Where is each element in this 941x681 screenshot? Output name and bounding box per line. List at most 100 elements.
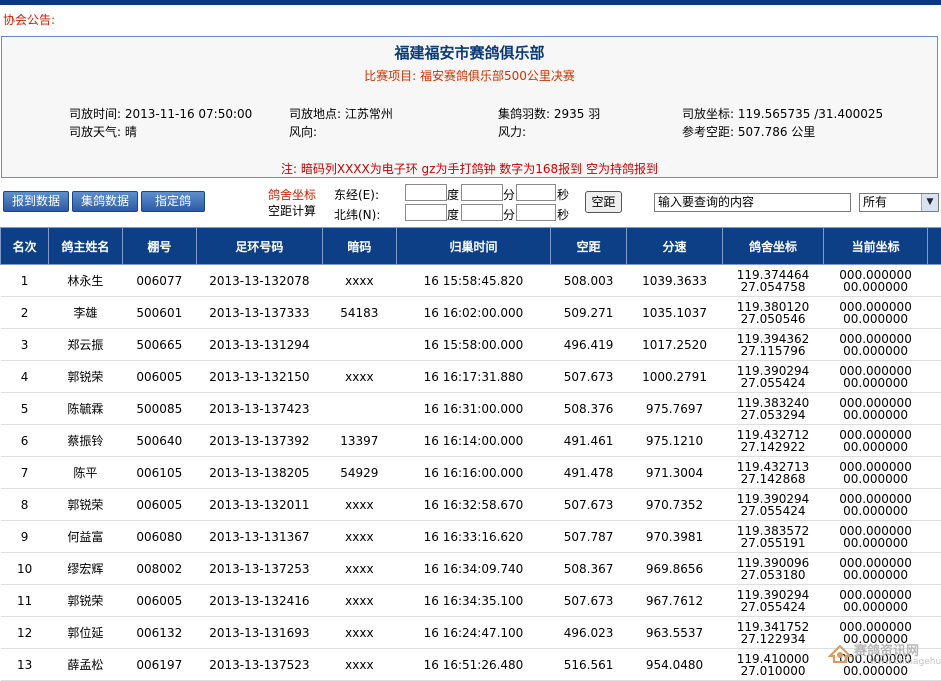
col-header-code[interactable]: 暗码	[322, 228, 396, 265]
col-header-distance[interactable]: 空距	[550, 228, 626, 265]
weather: 司放天气: 晴	[69, 123, 137, 140]
chevron-down-icon[interactable]: ▼	[921, 194, 938, 211]
north-minute-input[interactable]	[461, 204, 503, 221]
cell-time: 16 16:51:26.480	[397, 649, 551, 681]
table-row[interactable]: 5陈毓霖5000852013-13-13742316 16:31:00.0005…	[1, 393, 941, 425]
table-row[interactable]: 13薛孟松0061972013-13-137523xxxx16 16:51:26…	[1, 649, 941, 681]
table-row[interactable]: 4郭锐荣0060052013-13-132150xxxx16 16:17:31.…	[1, 361, 941, 393]
cell-speed: 975.1210	[627, 425, 723, 457]
report-data-button[interactable]: 报到数据	[3, 191, 69, 212]
cell-loft-coords-lon: 119.383240	[722, 397, 824, 409]
release-coords: 司放坐标: 119.565735 /31.400025	[682, 105, 883, 122]
cell-loft-coords-lat: 27.055424	[722, 505, 824, 517]
cell-owner: 蔡振铃	[49, 425, 122, 457]
designate-pigeon-button[interactable]: 指定鸽	[141, 191, 205, 212]
cell-rank: 8	[1, 489, 49, 521]
col-header-loft[interactable]: 棚号	[122, 228, 196, 265]
north-degree-input[interactable]	[405, 204, 447, 221]
cell-loft: 006197	[122, 649, 196, 681]
cell-loft-coords-lat: 27.055424	[722, 377, 824, 389]
cell-loft-coords: 119.39029427.055424	[722, 361, 824, 393]
east-second-input[interactable]	[516, 184, 556, 201]
cell-current-coords-lon: 000.000000	[824, 461, 928, 473]
cell-loft: 006132	[122, 617, 196, 649]
cell-distance: 507.787	[550, 521, 626, 553]
pigeon-count: 集鸽羽数: 2935 羽	[498, 105, 600, 122]
table-row[interactable]: 8郭锐荣0060052013-13-132011xxxx16 16:32:58.…	[1, 489, 941, 521]
col-header-current-coords[interactable]: 当前坐标	[824, 228, 928, 265]
table-row[interactable]: 1林永生0060772013-13-132078xxxx16 15:58:45.…	[1, 265, 941, 297]
north-second-input[interactable]	[516, 204, 556, 221]
second-unit: 秒	[557, 186, 569, 203]
cell-speed: 969.8656	[627, 553, 723, 585]
cell-time: 16 16:17:31.880	[397, 361, 551, 393]
cell-owner: 郭锐荣	[49, 361, 122, 393]
cell-owner: 陈平	[49, 457, 122, 489]
cell-owner: 陈毓霖	[49, 393, 122, 425]
cell-time: 16 15:58:00.000	[397, 329, 551, 361]
col-header-loft-coords[interactable]: 鸽舍坐标	[722, 228, 824, 265]
table-row[interactable]: 12郭位延0061322013-13-131693xxxx16 16:24:47…	[1, 617, 941, 649]
col-header-ring[interactable]: 足环号码	[197, 228, 323, 265]
cell-distance: 491.478	[550, 457, 626, 489]
col-header-extra	[927, 228, 941, 265]
cell-code: xxxx	[322, 265, 396, 297]
cell-current-coords: 000.00000000.000000	[824, 393, 928, 425]
cell-current-coords-lon: 000.000000	[824, 301, 928, 313]
calculate-distance-button[interactable]: 空距	[585, 191, 622, 213]
cell-code: xxxx	[322, 489, 396, 521]
table-row[interactable]: 6蔡振铃5006402013-13-1373921339716 16:14:00…	[1, 425, 941, 457]
cell-extra	[927, 457, 941, 489]
col-header-rank[interactable]: 名次	[1, 228, 49, 265]
cell-current-coords: 000.00000000.000000	[824, 457, 928, 489]
cell-code: xxxx	[322, 521, 396, 553]
cell-current-coords: 000.00000000.000000	[824, 521, 928, 553]
collect-data-button[interactable]: 集鸽数据	[72, 191, 138, 212]
cell-loft-coords-lat: 27.050546	[722, 313, 824, 325]
cell-rank: 12	[1, 617, 49, 649]
cell-loft-coords: 119.37446427.054758	[722, 265, 824, 297]
cell-time: 16 16:24:47.100	[397, 617, 551, 649]
cell-rank: 5	[1, 393, 49, 425]
cell-code	[322, 329, 396, 361]
col-header-time[interactable]: 归巢时间	[397, 228, 551, 265]
release-time: 司放时间: 2013-11-16 07:50:00	[69, 105, 252, 122]
table-row[interactable]: 9何益富0060802013-13-131367xxxx16 16:33:16.…	[1, 521, 941, 553]
cell-speed: 1000.2791	[627, 361, 723, 393]
table-row[interactable]: 11郭锐荣0060052013-13-132416xxxx16 16:34:35…	[1, 585, 941, 617]
table-row[interactable]: 2李雄5006012013-13-1373335418316 16:02:00.…	[1, 297, 941, 329]
cell-loft-coords: 119.34175227.122934	[722, 617, 824, 649]
cell-loft-coords-lon: 119.390294	[722, 589, 824, 601]
cell-extra	[927, 393, 941, 425]
cell-current-coords-lat: 00.000000	[824, 313, 928, 325]
cell-time: 16 16:14:00.000	[397, 425, 551, 457]
col-header-owner[interactable]: 鸽主姓名	[49, 228, 122, 265]
cell-rank: 9	[1, 521, 49, 553]
cell-ring: 2013-13-137253	[197, 553, 323, 585]
cell-loft: 006080	[122, 521, 196, 553]
cell-time: 16 16:31:00.000	[397, 393, 551, 425]
cell-loft-coords-lat: 27.054758	[722, 281, 824, 293]
cell-speed: 1039.3633	[627, 265, 723, 297]
table-row[interactable]: 7陈平0061052013-13-1382055492916 16:16:00.…	[1, 457, 941, 489]
table-row[interactable]: 3郑云振5006652013-13-13129416 15:58:00.0004…	[1, 329, 941, 361]
cell-loft-coords-lon: 119.383572	[722, 525, 824, 537]
cell-loft-coords-lon: 119.432713	[722, 461, 824, 473]
cell-owner: 郭位延	[49, 617, 122, 649]
col-header-speed[interactable]: 分速	[627, 228, 723, 265]
table-header-row: 名次 鸽主姓名 棚号 足环号码 暗码 归巢时间 空距 分速 鸽舍坐标 当前坐标	[1, 228, 941, 265]
minute-unit: 分	[503, 206, 515, 223]
east-degree-input[interactable]	[405, 184, 447, 201]
cell-current-coords-lon: 000.000000	[824, 269, 928, 281]
east-minute-input[interactable]	[461, 184, 503, 201]
cell-current-coords-lon: 000.000000	[824, 429, 928, 441]
cell-time: 16 16:34:35.100	[397, 585, 551, 617]
search-input[interactable]: 输入要查询的内容	[654, 193, 851, 212]
filter-select[interactable]: 所有 ▼	[859, 193, 939, 212]
loft-coords-label: 鸽舍坐标	[268, 186, 316, 203]
cell-owner: 郭锐荣	[49, 585, 122, 617]
cell-speed: 963.5537	[627, 617, 723, 649]
cell-extra	[927, 329, 941, 361]
cell-loft: 500601	[122, 297, 196, 329]
table-row[interactable]: 10缪宏辉0080022013-13-137253xxxx16 16:34:09…	[1, 553, 941, 585]
